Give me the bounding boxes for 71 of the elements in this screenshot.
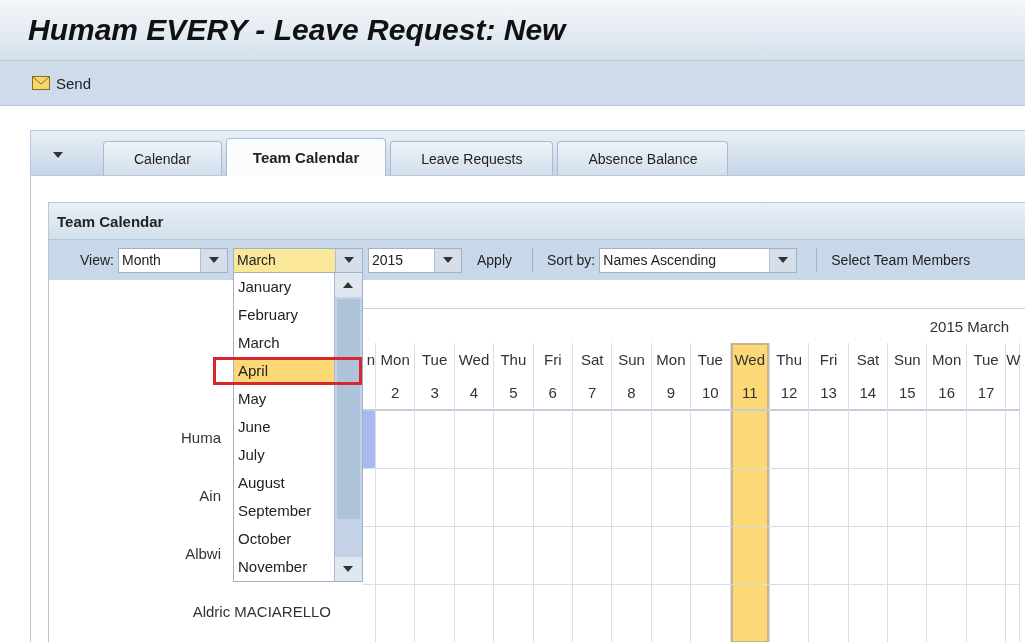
month-title: 2015 March <box>929 317 1009 335</box>
date-label: 6 <box>548 384 557 401</box>
weekday-label: Fri <box>543 350 563 370</box>
date-label: 5 <box>509 384 518 401</box>
view-label: View: <box>80 252 114 268</box>
date-label: 2 <box>391 384 400 401</box>
sort-label: Sort by: <box>547 252 596 268</box>
date-label: 11 <box>741 384 758 401</box>
scrollbar[interactable] <box>334 272 362 581</box>
month-option[interactable]: October <box>234 524 334 553</box>
month-option[interactable]: January <box>234 272 334 301</box>
employee-name: Aldric MACIARELLO <box>192 602 331 620</box>
weekday-label: Wed <box>457 350 491 370</box>
tab[interactable]: Absence Balance <box>557 141 729 175</box>
select-team-members-button[interactable]: Select Team Members <box>831 252 971 268</box>
apply-button[interactable]: Apply <box>471 250 518 270</box>
date-label: 9 <box>666 384 676 401</box>
weekday-label: Mon <box>655 350 687 370</box>
weekday-label: Sat <box>579 350 605 370</box>
caret-icon <box>53 152 63 158</box>
employee-name: Ain <box>199 486 221 504</box>
weekday-label: Mon <box>931 350 963 370</box>
month-option[interactable]: August <box>234 468 334 497</box>
tab[interactable]: Calendar <box>103 141 222 175</box>
caret-icon <box>343 565 354 572</box>
weekday-label: Tue <box>972 350 1000 370</box>
weekday-label: Sun <box>892 350 922 370</box>
employee-name: Albwi <box>185 544 221 562</box>
date-label: 7 <box>587 384 597 401</box>
date-label: 15 <box>898 384 916 401</box>
weekday-label: n <box>365 350 375 370</box>
caret-icon <box>209 257 219 263</box>
caret-icon <box>443 257 453 263</box>
month-option[interactable]: June <box>234 412 334 441</box>
weekday-label: Wed <box>733 350 766 370</box>
date-label: 17 <box>977 384 995 401</box>
weekday-label: Tue <box>696 350 724 370</box>
tab[interactable]: Team Calendar <box>225 138 387 176</box>
weekday-label: Fri <box>818 350 839 370</box>
date-label: 13 <box>820 384 837 401</box>
sort-select[interactable]: Names Ascending <box>599 247 798 273</box>
month-option[interactable]: July <box>234 440 334 469</box>
date-label: 8 <box>627 384 636 401</box>
month-option[interactable]: May <box>234 384 334 413</box>
date-label: 12 <box>780 384 798 401</box>
envelope-icon <box>32 76 50 90</box>
send-button[interactable]: Send <box>28 72 96 94</box>
weekday-label: Thu <box>775 350 804 370</box>
date-label: 4 <box>469 384 479 401</box>
month-option[interactable]: September <box>234 496 334 525</box>
weekday-label: Mon <box>379 350 411 370</box>
caret-icon <box>344 257 354 263</box>
weekday-label: Tue <box>420 350 449 370</box>
month-option[interactable]: February <box>234 300 334 329</box>
date-label: 14 <box>859 384 877 401</box>
view-select[interactable]: Month <box>118 247 228 273</box>
employee-name: Huma <box>181 428 221 446</box>
weekday-label: Sun <box>617 350 646 370</box>
date-label: 16 <box>938 384 955 401</box>
weekday-label: W <box>1006 350 1020 370</box>
month-option[interactable]: March <box>234 328 334 357</box>
window-title: Humam EVERY - Leave Request: New <box>28 13 566 47</box>
caret-icon <box>778 257 789 263</box>
panel-title: Team Calendar <box>57 212 164 230</box>
date-label: 3 <box>430 384 439 401</box>
weekday-label: Thu <box>499 350 528 370</box>
tab[interactable]: Leave Requests <box>390 141 554 175</box>
date-label: 10 <box>701 384 719 401</box>
year-select[interactable]: 2015 <box>368 247 462 273</box>
weekday-label: Sat <box>855 350 881 370</box>
month-option[interactable]: November <box>234 552 334 581</box>
